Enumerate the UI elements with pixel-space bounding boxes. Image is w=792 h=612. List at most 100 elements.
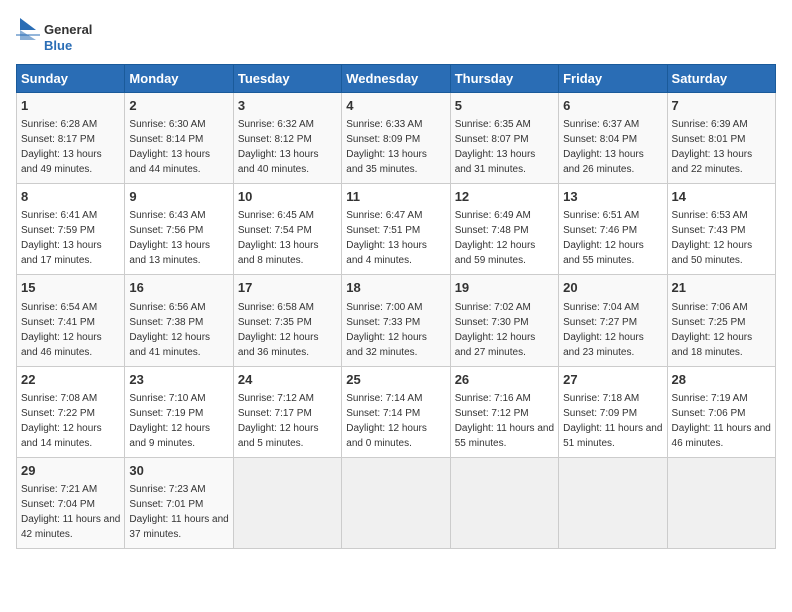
day-info: Sunrise: 7:12 AMSunset: 7:17 PMDaylight:… [238,393,319,449]
day-info: Sunrise: 6:33 AMSunset: 8:09 PMDaylight:… [346,119,427,175]
day-cell: 13 Sunrise: 6:51 AMSunset: 7:46 PMDaylig… [559,184,667,275]
day-cell: 23 Sunrise: 7:10 AMSunset: 7:19 PMDaylig… [125,366,233,457]
day-cell: 16 Sunrise: 6:56 AMSunset: 7:38 PMDaylig… [125,275,233,366]
col-header-tuesday: Tuesday [233,65,341,93]
day-number: 10 [238,188,337,206]
day-number: 11 [346,188,445,206]
week-row-1: 1 Sunrise: 6:28 AMSunset: 8:17 PMDayligh… [17,93,776,184]
day-cell: 29 Sunrise: 7:21 AMSunset: 7:04 PMDaylig… [17,457,125,548]
header: General Blue [16,16,776,56]
day-cell: 1 Sunrise: 6:28 AMSunset: 8:17 PMDayligh… [17,93,125,184]
day-info: Sunrise: 7:10 AMSunset: 7:19 PMDaylight:… [129,393,210,449]
day-number: 12 [455,188,554,206]
day-info: Sunrise: 7:00 AMSunset: 7:33 PMDaylight:… [346,302,427,358]
day-cell: 2 Sunrise: 6:30 AMSunset: 8:14 PMDayligh… [125,93,233,184]
day-number: 28 [672,371,771,389]
day-number: 9 [129,188,228,206]
day-number: 13 [563,188,662,206]
day-number: 16 [129,279,228,297]
day-info: Sunrise: 6:37 AMSunset: 8:04 PMDaylight:… [563,119,644,175]
svg-text:Blue: Blue [44,38,72,53]
day-info: Sunrise: 7:04 AMSunset: 7:27 PMDaylight:… [563,302,644,358]
day-number: 14 [672,188,771,206]
day-number: 21 [672,279,771,297]
day-number: 23 [129,371,228,389]
day-info: Sunrise: 6:53 AMSunset: 7:43 PMDaylight:… [672,210,753,266]
day-number: 4 [346,97,445,115]
day-info: Sunrise: 6:58 AMSunset: 7:35 PMDaylight:… [238,302,319,358]
day-number: 19 [455,279,554,297]
day-cell: 4 Sunrise: 6:33 AMSunset: 8:09 PMDayligh… [342,93,450,184]
day-number: 25 [346,371,445,389]
day-info: Sunrise: 7:16 AMSunset: 7:12 PMDaylight:… [455,393,554,449]
day-info: Sunrise: 6:28 AMSunset: 8:17 PMDaylight:… [21,119,102,175]
col-header-monday: Monday [125,65,233,93]
col-header-thursday: Thursday [450,65,558,93]
day-cell: 22 Sunrise: 7:08 AMSunset: 7:22 PMDaylig… [17,366,125,457]
day-cell: 25 Sunrise: 7:14 AMSunset: 7:14 PMDaylig… [342,366,450,457]
day-info: Sunrise: 6:35 AMSunset: 8:07 PMDaylight:… [455,119,536,175]
day-number: 1 [21,97,120,115]
day-info: Sunrise: 6:39 AMSunset: 8:01 PMDaylight:… [672,119,753,175]
day-info: Sunrise: 6:32 AMSunset: 8:12 PMDaylight:… [238,119,319,175]
col-header-sunday: Sunday [17,65,125,93]
day-cell: 20 Sunrise: 7:04 AMSunset: 7:27 PMDaylig… [559,275,667,366]
day-number: 17 [238,279,337,297]
header-row: SundayMondayTuesdayWednesdayThursdayFrid… [17,65,776,93]
week-row-3: 15 Sunrise: 6:54 AMSunset: 7:41 PMDaylig… [17,275,776,366]
day-cell: 3 Sunrise: 6:32 AMSunset: 8:12 PMDayligh… [233,93,341,184]
day-info: Sunrise: 7:18 AMSunset: 7:09 PMDaylight:… [563,393,662,449]
day-number: 27 [563,371,662,389]
day-number: 8 [21,188,120,206]
day-info: Sunrise: 7:21 AMSunset: 7:04 PMDaylight:… [21,484,120,540]
day-info: Sunrise: 7:23 AMSunset: 7:01 PMDaylight:… [129,484,228,540]
day-info: Sunrise: 6:47 AMSunset: 7:51 PMDaylight:… [346,210,427,266]
day-info: Sunrise: 6:51 AMSunset: 7:46 PMDaylight:… [563,210,644,266]
day-number: 6 [563,97,662,115]
day-cell [342,457,450,548]
day-cell [559,457,667,548]
day-cell: 19 Sunrise: 7:02 AMSunset: 7:30 PMDaylig… [450,275,558,366]
day-cell: 24 Sunrise: 7:12 AMSunset: 7:17 PMDaylig… [233,366,341,457]
day-number: 18 [346,279,445,297]
calendar-table: SundayMondayTuesdayWednesdayThursdayFrid… [16,64,776,549]
day-number: 20 [563,279,662,297]
day-info: Sunrise: 7:14 AMSunset: 7:14 PMDaylight:… [346,393,427,449]
day-number: 15 [21,279,120,297]
day-number: 3 [238,97,337,115]
day-cell: 12 Sunrise: 6:49 AMSunset: 7:48 PMDaylig… [450,184,558,275]
day-cell: 14 Sunrise: 6:53 AMSunset: 7:43 PMDaylig… [667,184,775,275]
day-info: Sunrise: 6:54 AMSunset: 7:41 PMDaylight:… [21,302,102,358]
day-cell: 9 Sunrise: 6:43 AMSunset: 7:56 PMDayligh… [125,184,233,275]
day-cell: 8 Sunrise: 6:41 AMSunset: 7:59 PMDayligh… [17,184,125,275]
day-cell: 26 Sunrise: 7:16 AMSunset: 7:12 PMDaylig… [450,366,558,457]
col-header-wednesday: Wednesday [342,65,450,93]
day-cell: 11 Sunrise: 6:47 AMSunset: 7:51 PMDaylig… [342,184,450,275]
day-info: Sunrise: 7:06 AMSunset: 7:25 PMDaylight:… [672,302,753,358]
day-info: Sunrise: 6:45 AMSunset: 7:54 PMDaylight:… [238,210,319,266]
day-cell [667,457,775,548]
logo: General Blue [16,16,96,56]
day-info: Sunrise: 7:02 AMSunset: 7:30 PMDaylight:… [455,302,536,358]
day-info: Sunrise: 6:30 AMSunset: 8:14 PMDaylight:… [129,119,210,175]
day-number: 29 [21,462,120,480]
day-cell [233,457,341,548]
day-cell: 18 Sunrise: 7:00 AMSunset: 7:33 PMDaylig… [342,275,450,366]
day-info: Sunrise: 7:19 AMSunset: 7:06 PMDaylight:… [672,393,771,449]
day-cell: 10 Sunrise: 6:45 AMSunset: 7:54 PMDaylig… [233,184,341,275]
day-number: 30 [129,462,228,480]
week-row-5: 29 Sunrise: 7:21 AMSunset: 7:04 PMDaylig… [17,457,776,548]
day-cell: 7 Sunrise: 6:39 AMSunset: 8:01 PMDayligh… [667,93,775,184]
day-number: 24 [238,371,337,389]
day-number: 5 [455,97,554,115]
day-cell: 6 Sunrise: 6:37 AMSunset: 8:04 PMDayligh… [559,93,667,184]
week-row-2: 8 Sunrise: 6:41 AMSunset: 7:59 PMDayligh… [17,184,776,275]
day-cell: 21 Sunrise: 7:06 AMSunset: 7:25 PMDaylig… [667,275,775,366]
day-cell: 30 Sunrise: 7:23 AMSunset: 7:01 PMDaylig… [125,457,233,548]
day-cell: 5 Sunrise: 6:35 AMSunset: 8:07 PMDayligh… [450,93,558,184]
day-info: Sunrise: 7:08 AMSunset: 7:22 PMDaylight:… [21,393,102,449]
day-number: 22 [21,371,120,389]
day-number: 7 [672,97,771,115]
day-info: Sunrise: 6:41 AMSunset: 7:59 PMDaylight:… [21,210,102,266]
day-info: Sunrise: 6:56 AMSunset: 7:38 PMDaylight:… [129,302,210,358]
